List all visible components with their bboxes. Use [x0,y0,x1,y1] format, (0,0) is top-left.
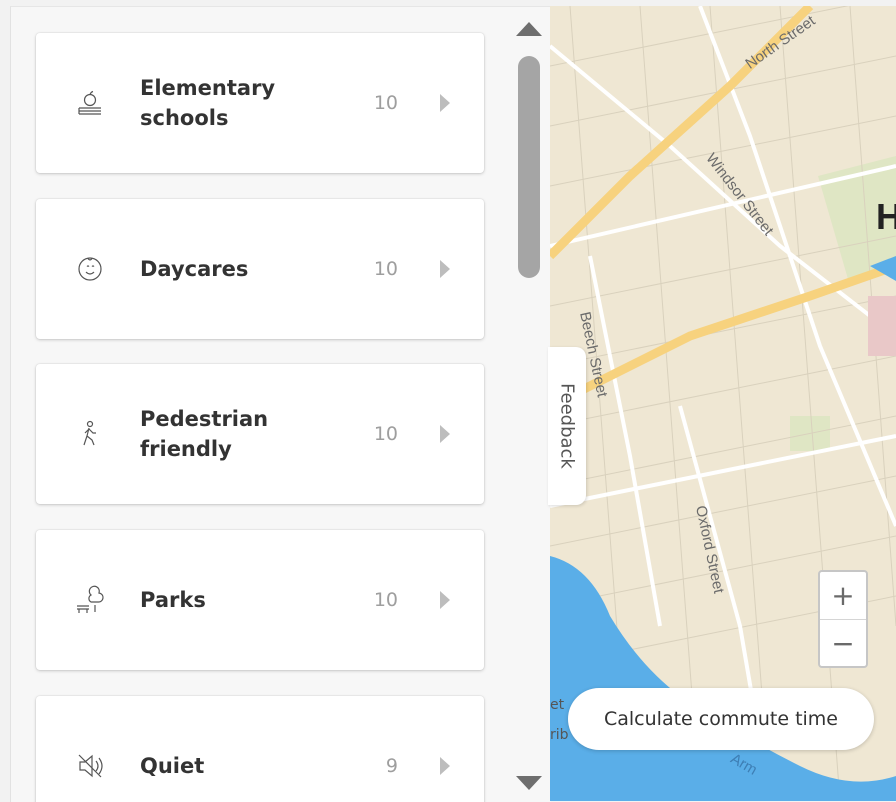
chevron-right-icon [440,94,450,112]
apple-books-icon [74,87,106,119]
category-label: Daycares [140,257,249,281]
category-score: 9 [385,755,398,777]
chevron-right-icon [440,260,450,278]
zoom-control: + − [818,570,868,668]
scrollbar-thumb[interactable] [518,56,540,278]
category-card-quiet[interactable]: Quiet 9 [36,696,484,802]
chevron-right-icon [440,591,450,609]
category-card-pedestrian-friendly[interactable]: Pedestrian friendly 10 [36,364,484,504]
walking-person-icon [74,418,106,450]
amenities-panel: Elementary schools 10 Daycares 10 Pedest… [10,6,551,802]
scroll-up-arrow[interactable] [516,22,542,36]
category-card-daycares[interactable]: Daycares 10 [36,199,484,339]
chevron-right-icon [440,425,450,443]
category-card-parks[interactable]: Parks 10 [36,530,484,670]
category-card-elementary-schools[interactable]: Elementary schools 10 [36,33,484,173]
category-score: 10 [373,258,398,280]
feedback-tab[interactable]: Feedback [548,347,586,505]
category-score: 10 [373,423,398,445]
scroll-down-arrow[interactable] [516,776,542,790]
map-edge-label: H [876,196,896,237]
chevron-right-icon [440,757,450,775]
category-label: Quiet [140,754,205,778]
map-attribution: rib [550,727,569,743]
map-base-layer [550,6,896,801]
category-score: 10 [373,92,398,114]
category-label: Parks [140,588,206,612]
park-bench-tree-icon [74,584,106,616]
map-attribution: et [550,697,565,713]
feedback-label: Feedback [556,383,578,469]
zoom-out-button[interactable]: − [820,620,866,667]
category-label: Elementary schools [140,76,276,130]
muted-speaker-icon [74,750,106,782]
baby-face-icon [74,253,106,285]
category-label: Pedestrian friendly [140,407,269,461]
calculate-commute-button[interactable]: Calculate commute time [568,688,874,750]
category-score: 10 [373,589,398,611]
neighborhood-map[interactable]: North Street Windsor Street Beech Street… [550,6,896,801]
zoom-in-button[interactable]: + [820,572,866,620]
